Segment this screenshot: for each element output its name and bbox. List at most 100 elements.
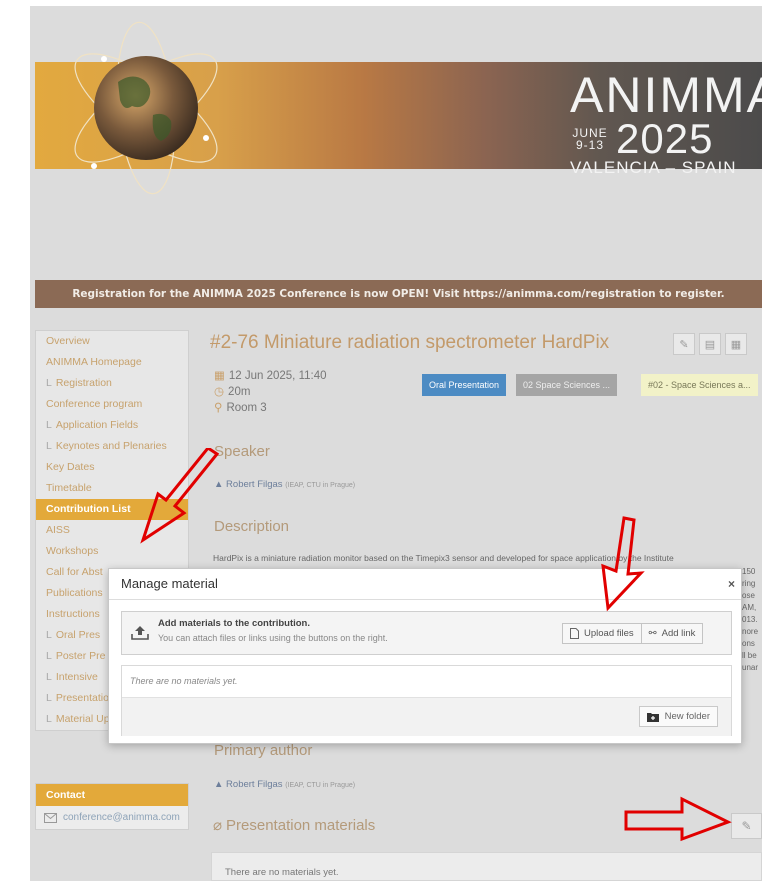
globe-logo-icon xyxy=(74,21,218,195)
calendar-export-icon[interactable]: ▦ xyxy=(725,333,747,355)
submenu-indent-icon: L xyxy=(46,440,52,452)
sidebar-item-label[interactable]: Workshops xyxy=(46,545,98,557)
materials-empty-box: There are no materials yet. xyxy=(211,852,762,881)
primary-author-name[interactable]: Robert Filgas xyxy=(226,779,283,790)
primary-author-heading: Primary author xyxy=(214,742,313,759)
materials-list: There are no materials yet. New folder xyxy=(121,665,732,736)
sidebar-item-conference-program[interactable]: Conference program xyxy=(36,394,188,415)
badge-oral-presentation: Oral Presentation xyxy=(422,374,507,396)
annotation-arrow-contribution-list xyxy=(140,448,220,544)
description-fragment: ons xyxy=(742,639,755,648)
upload-files-button[interactable]: Upload files xyxy=(562,623,642,644)
sidebar-item-label[interactable]: Intensive xyxy=(56,671,98,683)
contribution-room: Room 3 xyxy=(226,402,267,414)
dialog-title: Manage material xyxy=(121,576,218,591)
sidebar-item-label[interactable]: Call for Abst xyxy=(46,566,103,578)
description-fragment: 150 xyxy=(742,567,756,576)
submenu-indent-icon: L xyxy=(46,629,52,641)
submenu-indent-icon: L xyxy=(46,692,52,704)
sidebar-item-label[interactable]: Timetable xyxy=(46,482,92,494)
description-fragment: unar xyxy=(742,663,759,672)
add-materials-heading: Add materials to the contribution. xyxy=(158,618,311,629)
link-icon: ⚯ xyxy=(648,628,657,639)
new-folder-button[interactable]: New folder xyxy=(638,706,718,727)
sidebar-item-label[interactable]: Overview xyxy=(46,335,90,347)
description-text: HardPix is a miniature radiation monitor… xyxy=(213,553,674,563)
registration-announcement[interactable]: Registration for the ANIMMA 2025 Confere… xyxy=(35,280,762,308)
banner-year: 2025 xyxy=(616,115,714,162)
brand-name: ANIMMA xyxy=(570,67,762,123)
contact-email-link[interactable]: conference@animma.com xyxy=(36,806,188,829)
folder-plus-icon xyxy=(646,712,659,722)
title-toolbar: ✎ ▤ ▦ xyxy=(673,333,747,355)
sidebar-item-label[interactable]: ANIMMA Homepage xyxy=(46,356,142,368)
presentation-materials-label: Presentation materials xyxy=(226,817,376,834)
description-fragment: nore xyxy=(742,627,759,636)
close-icon[interactable]: × xyxy=(728,577,735,591)
material-buttons: Upload files ⚯ Add link xyxy=(562,623,704,644)
submenu-indent-icon: L xyxy=(46,671,52,683)
edit-materials-button[interactable]: ✎ xyxy=(731,813,762,839)
add-materials-panel: Add materials to the contribution. You c… xyxy=(121,611,732,655)
submenu-indent-icon: L xyxy=(46,377,52,389)
description-heading: Description xyxy=(214,518,290,535)
envelope-icon xyxy=(44,812,57,823)
clock-icon: ◷ xyxy=(214,386,225,398)
speaker-name[interactable]: Robert Filgas xyxy=(226,479,283,490)
contribution-duration: 20m xyxy=(228,386,251,398)
pdf-icon[interactable]: ▤ xyxy=(699,333,721,355)
person-icon: ▲ xyxy=(214,779,224,790)
pencil-icon: ✎ xyxy=(741,819,752,833)
sidebar-item-label[interactable]: Registration xyxy=(56,377,112,389)
description-fragments: 150 ring ose AM, 013. nore ons ll be unar xyxy=(742,566,762,674)
speaker-person[interactable]: ▲ Robert Filgas (IEAP, CTU in Prague) xyxy=(214,479,355,490)
sidebar-item-overview[interactable]: Overview xyxy=(36,331,188,352)
add-materials-subtext: You can attach files or links using the … xyxy=(158,633,388,643)
sidebar-item-label[interactable]: Oral Pres xyxy=(56,629,100,641)
banner-location: VALENCIA – SPAIN xyxy=(570,158,737,177)
contribution-meta: ▦ 12 Jun 2025, 11:40 ◷ 20m ⚲ Room 3 xyxy=(214,368,327,416)
banner-dates: JUNE 9-13 xyxy=(572,126,608,152)
materials-empty-message: There are no materials yet. xyxy=(122,666,731,698)
speaker-affiliation: (IEAP, CTU in Prague) xyxy=(285,482,356,489)
annotation-arrow-edit-materials xyxy=(624,796,732,842)
add-link-label[interactable]: Add link xyxy=(662,628,696,639)
calendar-icon: ▦ xyxy=(214,370,225,382)
sidebar-item-application-fields[interactable]: L Application Fields xyxy=(36,415,188,436)
sidebar-item-label[interactable]: Poster Pre xyxy=(56,650,106,662)
sidebar-item-label[interactable]: Contribution List xyxy=(46,503,131,515)
contact-box: Contact conference@animma.com xyxy=(35,783,189,830)
sidebar-item-label[interactable]: Key Dates xyxy=(46,461,94,473)
description-fragment: AM, xyxy=(742,603,757,612)
paperclip-icon: ⌀ xyxy=(213,817,223,834)
new-folder-label[interactable]: New folder xyxy=(665,711,710,722)
description-fragment: ose xyxy=(742,591,755,600)
sidebar-item-registration[interactable]: L Registration xyxy=(36,373,188,394)
materials-list-footer: New folder xyxy=(122,698,731,736)
description-fragment: ring xyxy=(742,579,756,588)
add-link-button[interactable]: ⚯ Add link xyxy=(641,623,704,644)
annotation-arrow-upload-files xyxy=(601,516,645,612)
edit-pencil-icon[interactable]: ✎ xyxy=(673,333,695,355)
upload-files-label[interactable]: Upload files xyxy=(584,628,634,639)
sidebar-item-label[interactable]: Instructions xyxy=(46,608,100,620)
contact-email[interactable]: conference@animma.com xyxy=(63,812,180,823)
contribution-datetime: 12 Jun 2025, 11:40 xyxy=(228,370,327,382)
sidebar-item-label[interactable]: Publications xyxy=(46,587,103,599)
submenu-indent-icon: L xyxy=(46,713,52,725)
primary-author-affiliation: (IEAP, CTU in Prague) xyxy=(285,782,356,789)
page: ANIMMA JUNE 9-13 2025 VALENCIA – SPAIN R… xyxy=(0,0,762,881)
contact-heading: Contact xyxy=(36,784,188,806)
sidebar-item-label[interactable]: AISS xyxy=(46,524,70,536)
sidebar-item-animma-homepage[interactable]: ANIMMA Homepage xyxy=(36,352,188,373)
file-icon xyxy=(570,628,579,639)
description-fragment: 013. xyxy=(742,615,758,624)
submenu-indent-icon: L xyxy=(46,419,52,431)
location-pin-icon: ⚲ xyxy=(214,402,223,414)
description-fragment: ll be xyxy=(742,651,757,660)
primary-author-person[interactable]: ▲ Robert Filgas (IEAP, CTU in Prague) xyxy=(214,779,355,790)
upload-tray-icon xyxy=(131,626,149,640)
sidebar-item-label[interactable]: Conference program xyxy=(46,398,142,410)
sidebar-item-label[interactable]: Application Fields xyxy=(56,419,138,431)
animma-logo: ANIMMA JUNE 9-13 2025 VALENCIA – SPAIN xyxy=(570,67,762,178)
